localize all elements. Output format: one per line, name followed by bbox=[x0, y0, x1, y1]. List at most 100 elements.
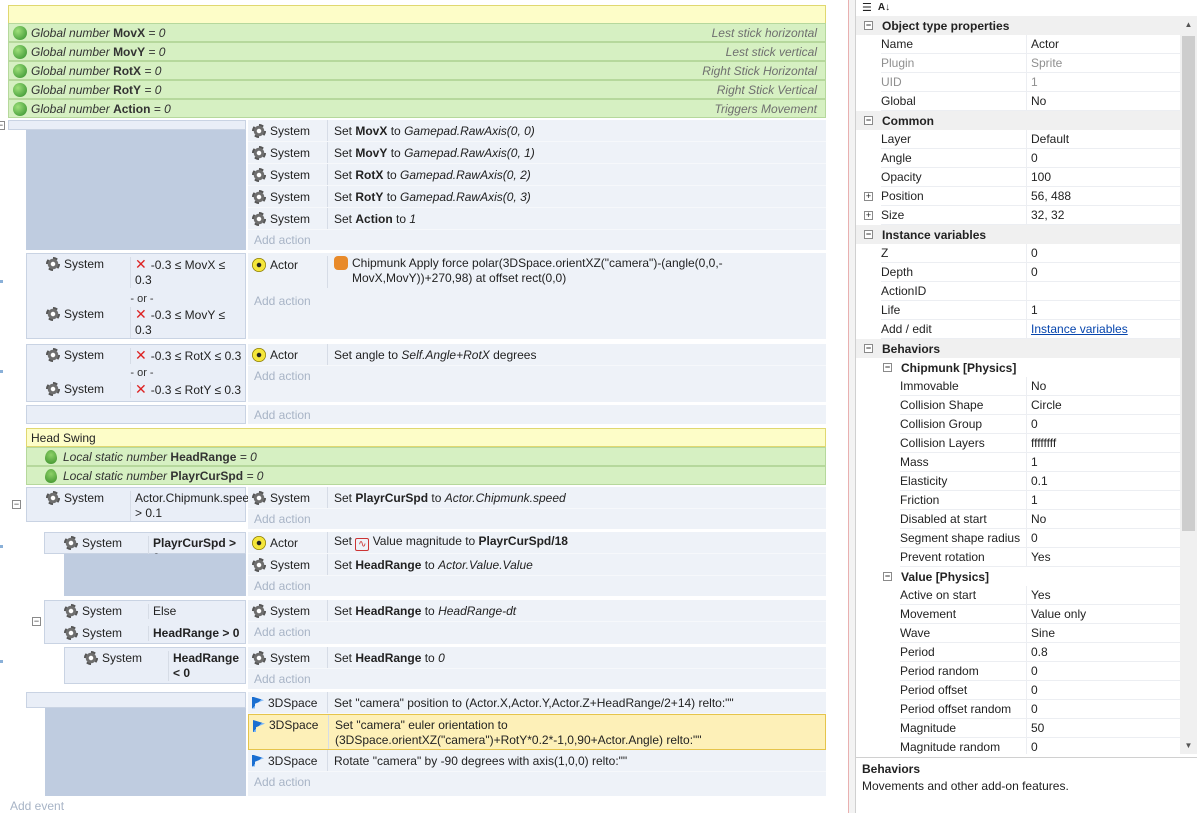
event-condition-area[interactable] bbox=[8, 120, 246, 130]
action-row[interactable]: System Set HeadRange to 0 bbox=[248, 647, 826, 669]
property-row[interactable]: Wave Sine bbox=[856, 624, 1180, 643]
property-value[interactable]: 1 bbox=[1027, 453, 1180, 472]
collapse-toggle[interactable]: − bbox=[883, 363, 892, 372]
condition-text[interactable]: -0.3 ≤ RotX ≤ 0.3 bbox=[151, 349, 242, 363]
add-action-link[interactable]: Add action bbox=[248, 576, 826, 596]
global-variable-row[interactable]: Global number MovX = 0 Lest stick horizo… bbox=[8, 23, 826, 42]
sort-alphabetical-icon[interactable]: A↓ bbox=[878, 2, 890, 13]
scrollbar[interactable]: ▲ ▼ bbox=[1180, 16, 1197, 754]
expand-toggle[interactable]: + bbox=[864, 192, 873, 201]
condition-text[interactable]: -0.3 ≤ MovY ≤ 0.3 bbox=[135, 308, 225, 337]
action-row[interactable]: Actor Set ∿ Value magnitude to PlayrCurS… bbox=[248, 532, 826, 554]
collapse-toggle[interactable]: − bbox=[864, 230, 873, 239]
expand-toggle[interactable]: + bbox=[864, 211, 873, 220]
property-row[interactable]: Life 1 bbox=[856, 301, 1180, 320]
property-value[interactable]: Sine bbox=[1027, 624, 1180, 643]
property-value[interactable]: 0.8 bbox=[1027, 643, 1180, 662]
property-value[interactable]: 0 bbox=[1027, 529, 1180, 548]
property-value[interactable]: 56, 488 bbox=[1027, 187, 1180, 206]
property-value[interactable]: Actor bbox=[1027, 35, 1180, 54]
property-row[interactable]: Collision Layers ffffffff bbox=[856, 434, 1180, 453]
property-value[interactable]: 0 bbox=[1027, 681, 1180, 700]
property-row[interactable]: Period offset random 0 bbox=[856, 700, 1180, 719]
condition-text[interactable]: HeadRange > 0 bbox=[148, 626, 242, 641]
property-row[interactable]: Friction 1 bbox=[856, 491, 1180, 510]
property-value[interactable]: 0 bbox=[1027, 263, 1180, 282]
scrollbar-thumb[interactable] bbox=[1182, 36, 1195, 531]
property-row[interactable]: Plugin Sprite bbox=[856, 54, 1180, 73]
property-value[interactable]: 1 bbox=[1027, 73, 1180, 92]
condition-text[interactable]: Else bbox=[148, 604, 242, 619]
property-row[interactable]: Disabled at start No bbox=[856, 510, 1180, 529]
action-row[interactable]: Actor Set angle to Self.Angle+RotX degre… bbox=[248, 344, 826, 366]
property-row[interactable]: Depth 0 bbox=[856, 263, 1180, 282]
collapse-toggle[interactable]: − bbox=[883, 572, 892, 581]
property-value[interactable]: 0.1 bbox=[1027, 472, 1180, 491]
collapse-toggle[interactable]: − bbox=[32, 617, 41, 626]
action-row[interactable]: System Set MovY to Gamepad.RawAxis(0, 1) bbox=[248, 142, 826, 164]
action-row[interactable]: System Set PlayrCurSpd to Actor.Chipmunk… bbox=[248, 487, 826, 509]
global-variable-row[interactable]: Global number RotX = 0 Right Stick Horiz… bbox=[8, 61, 826, 80]
property-row[interactable]: Collision Group 0 bbox=[856, 415, 1180, 434]
property-row[interactable]: Opacity 100 bbox=[856, 168, 1180, 187]
action-row[interactable]: System Set Action to 1 bbox=[248, 208, 826, 230]
condition-text[interactable]: HeadRange < 0 bbox=[168, 651, 242, 681]
property-value[interactable]: Yes bbox=[1027, 548, 1180, 567]
global-variable-row[interactable]: Global number Action = 0 Triggers Moveme… bbox=[8, 99, 826, 118]
panel-splitter[interactable] bbox=[848, 0, 856, 813]
collapse-toggle[interactable]: − bbox=[864, 21, 873, 30]
property-row[interactable]: Z 0 bbox=[856, 244, 1180, 263]
condition-text[interactable]: -0.3 ≤ MovX ≤ 0.3 bbox=[135, 258, 225, 287]
property-grid[interactable]: − Object type properties Name Actor Plugin … bbox=[856, 16, 1180, 754]
property-value[interactable]: No bbox=[1027, 92, 1180, 111]
scroll-down-icon[interactable]: ▼ bbox=[1180, 737, 1197, 754]
top-comment[interactable] bbox=[8, 5, 826, 24]
instance-variables-link[interactable]: Instance variables bbox=[1027, 320, 1180, 339]
category-header[interactable]: − Instance variables bbox=[856, 225, 1180, 244]
add-action-link[interactable]: Add action bbox=[248, 405, 826, 424]
category-header[interactable]: − Chipmunk [Physics] bbox=[856, 358, 1180, 377]
add-action-link[interactable]: Add action bbox=[248, 669, 826, 689]
local-variable-row[interactable]: Local static number HeadRange = 0 bbox=[26, 447, 826, 466]
sort-categorized-icon[interactable]: ☰ bbox=[862, 1, 872, 14]
property-value[interactable]: Yes bbox=[1027, 586, 1180, 605]
action-row[interactable]: Chipmunk Apply force polar(3DSpace.orien… bbox=[328, 256, 808, 286]
property-value[interactable]: No bbox=[1027, 510, 1180, 529]
property-row[interactable]: Period random 0 bbox=[856, 662, 1180, 681]
action-row[interactable]: 3DSpace Rotate "camera" by -90 degrees w… bbox=[248, 750, 826, 772]
action-row[interactable]: System Set HeadRange to HeadRange-dt bbox=[248, 600, 826, 622]
collapse-toggle[interactable]: − bbox=[12, 500, 21, 509]
group-header[interactable]: Head Swing bbox=[26, 428, 826, 447]
event-conditions[interactable]: System HeadRange < 0 bbox=[64, 647, 246, 684]
action-row[interactable]: System Set RotY to Gamepad.RawAxis(0, 3) bbox=[248, 186, 826, 208]
property-row[interactable]: Name Actor bbox=[856, 35, 1180, 54]
property-row[interactable]: Mass 1 bbox=[856, 453, 1180, 472]
event-conditions[interactable]: System Actor.Chipmunk.speed > 0.1 bbox=[26, 487, 256, 522]
add-action-link[interactable]: Add action bbox=[248, 622, 826, 642]
event-conditions[interactable]: System ✕ -0.3 ≤ MovX ≤ 0.3 - or - System … bbox=[26, 253, 246, 339]
action-row-selected[interactable]: 3DSpace Set "camera" euler orientation t… bbox=[248, 714, 826, 750]
property-row[interactable]: Magnitude random 0 bbox=[856, 738, 1180, 754]
add-action-link[interactable]: Add action bbox=[248, 366, 826, 386]
property-row[interactable]: UID 1 bbox=[856, 73, 1180, 92]
property-row[interactable]: Prevent rotation Yes bbox=[856, 548, 1180, 567]
condition-text[interactable]: -0.3 ≤ RotY ≤ 0.3 bbox=[151, 383, 241, 397]
property-value[interactable]: 50 bbox=[1027, 719, 1180, 738]
property-value[interactable]: Default bbox=[1027, 130, 1180, 149]
event-sheet[interactable]: Global number MovX = 0 Lest stick horizo… bbox=[0, 0, 848, 813]
event-conditions[interactable]: System Else System HeadRange > 0 bbox=[44, 600, 246, 644]
global-variable-row[interactable]: Global number RotY = 0 Right Stick Verti… bbox=[8, 80, 826, 99]
property-row[interactable]: Period offset 0 bbox=[856, 681, 1180, 700]
property-row[interactable]: Elasticity 0.1 bbox=[856, 472, 1180, 491]
category-header[interactable]: − Object type properties bbox=[856, 16, 1180, 35]
property-value[interactable]: Value only bbox=[1027, 605, 1180, 624]
category-header[interactable]: − Value [Physics] bbox=[856, 567, 1180, 586]
property-row[interactable]: Magnitude 50 bbox=[856, 719, 1180, 738]
property-value[interactable]: 0 bbox=[1027, 738, 1180, 754]
property-row[interactable]: Period 0.8 bbox=[856, 643, 1180, 662]
collapse-toggle[interactable]: − bbox=[864, 344, 873, 353]
property-row[interactable]: Angle 0 bbox=[856, 149, 1180, 168]
property-value[interactable]: 0 bbox=[1027, 662, 1180, 681]
add-action-link[interactable]: Add action bbox=[248, 291, 826, 311]
add-action-link[interactable]: Add action bbox=[248, 772, 826, 792]
